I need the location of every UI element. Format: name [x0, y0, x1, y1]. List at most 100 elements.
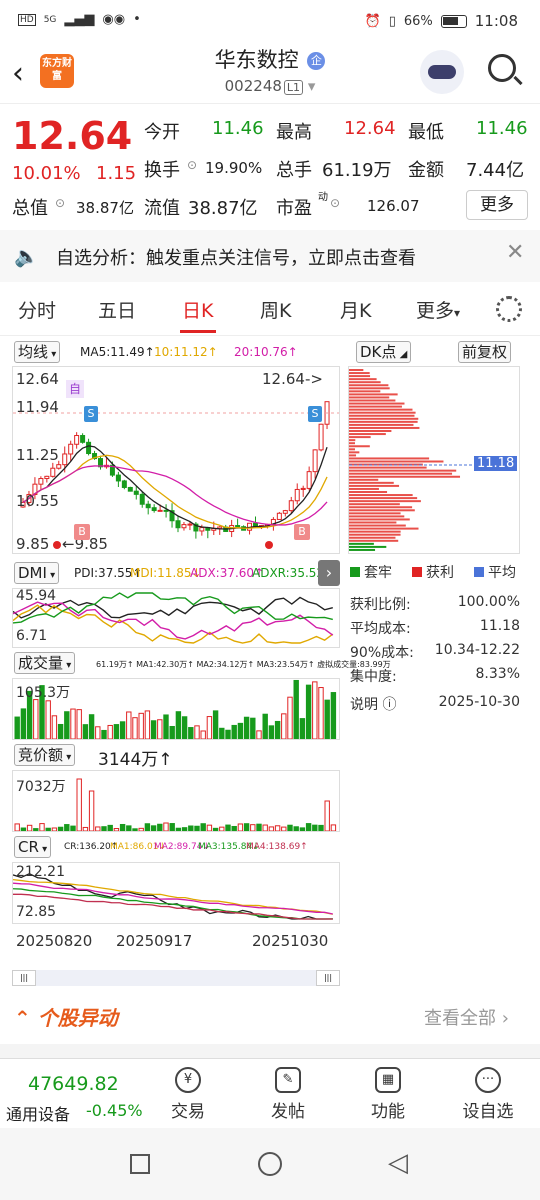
kline-chart[interactable] [13, 367, 339, 553]
index-name[interactable]: 通用设备 [6, 1101, 70, 1125]
volume-label: 总手 [276, 160, 312, 181]
chevron-right-icon[interactable]: › [318, 560, 340, 586]
home-icon[interactable] [258, 1152, 282, 1176]
volume-bar [225, 729, 231, 740]
ma-selector[interactable]: 均线 ▾ [14, 341, 61, 363]
bid-bar [82, 826, 89, 832]
volume-bar [14, 716, 20, 740]
gear-icon[interactable] [496, 296, 522, 322]
note-label[interactable]: 说明 ⓘ [350, 694, 396, 714]
chip-bar [349, 512, 401, 515]
analysis-banner[interactable]: 🔈 自选分析：触发重点关注信号，立即点击查看 ✕ [0, 230, 540, 282]
cr-selector[interactable]: CR ▾ [14, 836, 52, 858]
volume-selector[interactable]: 成交量 ▾ [14, 652, 76, 674]
tab-weekly-k[interactable]: 周K [260, 296, 291, 323]
chip-bar [349, 515, 405, 518]
search-icon[interactable] [488, 54, 516, 82]
volume-bar [188, 727, 194, 740]
pe-label: 市盈 [276, 198, 312, 219]
volume-bar [113, 724, 120, 740]
chevron-down-icon[interactable]: ▾ [308, 77, 316, 95]
candle-body [74, 435, 80, 445]
enterprise-badge: 企 [307, 52, 326, 70]
signal-dot [265, 541, 273, 549]
trade-button[interactable]: ¥ 交易 [148, 1067, 228, 1122]
chip-bar [349, 497, 418, 500]
dmi-line [12, 601, 334, 640]
banner-text[interactable]: 自选分析：触发重点关注信号，立即点击查看 [56, 244, 416, 270]
total-mv-label: 总值 [12, 198, 48, 219]
battery-icon [440, 14, 467, 28]
current-price: 12.64 [12, 114, 133, 158]
bid-selector[interactable]: 竞价额 ▾ [14, 744, 76, 766]
tab-monthly-k[interactable]: 月K [340, 296, 371, 323]
adjust-selector[interactable]: 前复权 [458, 341, 512, 363]
volume-bar [64, 711, 70, 740]
volume-bar [243, 716, 250, 740]
robot-assistant-icon[interactable] [420, 50, 464, 94]
candle-body [235, 525, 241, 528]
recent-apps-icon[interactable] [130, 1154, 150, 1174]
volume-bar [119, 721, 126, 740]
view-all-link[interactable]: 查看全部 › [424, 1004, 509, 1030]
back-icon[interactable]: ‹ [12, 56, 24, 91]
more-button[interactable]: 更多 [466, 190, 528, 220]
bid-bar [194, 825, 200, 832]
post-button[interactable]: ✎ 发帖 [248, 1067, 328, 1122]
bid-bar [250, 824, 256, 832]
range-scrollbar[interactable]: ||| ||| [12, 970, 340, 986]
range-handle-right[interactable]: ||| [316, 970, 340, 986]
candle-body [50, 467, 56, 477]
brand-logo[interactable]: 东方财富 [40, 54, 74, 88]
note-date: 2025-10-30 [438, 694, 520, 710]
avg-cost-label: 平均成本: [350, 621, 411, 637]
volume-bar [231, 724, 237, 740]
add-watchlist-button[interactable]: ··· 设自选 [448, 1067, 528, 1122]
dmi-line [12, 592, 333, 624]
info-dots-icon[interactable]: ⊙ [187, 158, 197, 172]
index-pct[interactable]: -0.45% [86, 1101, 143, 1120]
volume-bar [268, 725, 275, 740]
system-nav-bar: ◁ [0, 1128, 540, 1200]
bid-bar [212, 827, 219, 832]
chip-bar [349, 411, 416, 414]
status-bar: HD 5G ▂▄▆ ◉◉ • ⏰ ▯ 66% 11:08 [0, 0, 540, 44]
dot-icon: • [133, 12, 141, 27]
back-nav-icon[interactable]: ◁ [388, 1148, 408, 1178]
chip-bar [349, 457, 430, 460]
bid-bar [268, 826, 275, 832]
range-handle-left[interactable]: ||| [12, 970, 36, 986]
tab-daily-k[interactable]: 日K [182, 296, 213, 323]
dmi-chart [12, 592, 334, 644]
chip-bar [349, 521, 397, 524]
dmi-panel[interactable] [12, 588, 340, 648]
dmi-selector[interactable]: DMI ▾ [14, 562, 60, 584]
candle-body [145, 503, 151, 509]
chip-bar [349, 405, 402, 408]
index-value[interactable]: 47649.82 [28, 1073, 119, 1095]
function-button[interactable]: ▦ 功能 [348, 1067, 428, 1122]
bid-bar [33, 828, 39, 832]
bid-bar [281, 826, 287, 832]
kline-panel[interactable] [12, 366, 340, 554]
dk-selector[interactable]: DK点 ◢ [356, 341, 412, 363]
tab-intraday[interactable]: 分时 [18, 296, 56, 323]
bid-bar [88, 790, 95, 832]
chip-bar [349, 524, 406, 527]
chip-bar [349, 390, 381, 393]
chip-bar [349, 475, 461, 478]
volume-bar [20, 708, 27, 740]
bid-bar [26, 824, 33, 832]
close-icon[interactable]: ✕ [506, 240, 524, 265]
tab-5day[interactable]: 五日 [98, 296, 136, 323]
change-amount: 1.15 [96, 163, 137, 184]
volume-bar [206, 716, 213, 740]
info-dots-icon[interactable]: ⊙ [330, 196, 340, 210]
avg-cost-tag: 11.18 [474, 456, 518, 471]
info-dots-icon[interactable]: ⊙ [55, 196, 65, 210]
cost90-value: 10.34-12.22 [434, 642, 520, 658]
candle-body [163, 509, 169, 512]
tab-more[interactable]: 更多▾ [416, 296, 460, 323]
cr-ma4: MA4:138.69↑ [246, 842, 308, 852]
volume-bar [194, 725, 200, 740]
